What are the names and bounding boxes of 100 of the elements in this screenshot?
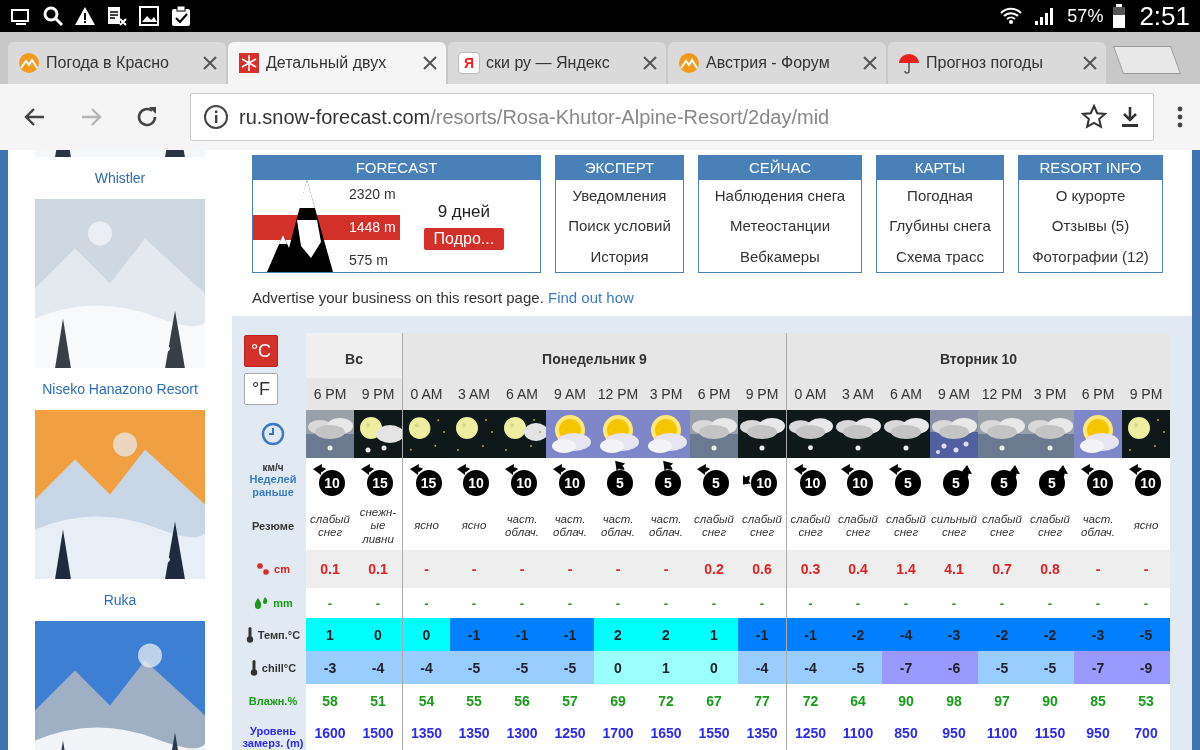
- elevation-option[interactable]: 2320 m: [347, 182, 400, 207]
- browser-tab[interactable]: Детальный двух: [228, 42, 446, 84]
- info-icon[interactable]: [203, 104, 229, 130]
- time-cell: 3 AM: [834, 378, 882, 410]
- wind-unit-label: км/ч: [262, 462, 284, 474]
- close-icon[interactable]: [1082, 55, 1098, 71]
- rain-cell: -: [930, 588, 978, 618]
- menu-link[interactable]: О курорте: [1025, 186, 1156, 204]
- snow-cell: 0.3: [786, 550, 834, 588]
- rain-cell: -: [834, 588, 882, 618]
- menu-link[interactable]: Наблюдения снега: [705, 186, 855, 204]
- rain-cell: -: [546, 588, 594, 618]
- find-out-link[interactable]: Find out how: [548, 289, 634, 306]
- summary-cell: слабый снег: [738, 502, 786, 550]
- temperature-cell: -5: [1122, 618, 1170, 651]
- clock-icon[interactable]: [261, 422, 285, 446]
- wind-speed: 5: [615, 474, 625, 492]
- menu-link[interactable]: Погодная: [883, 186, 997, 204]
- details-button[interactable]: Подро...: [423, 228, 505, 250]
- elevation-option[interactable]: 575 m: [347, 248, 400, 273]
- wind-chill-cell: -4: [354, 651, 402, 684]
- unit-button[interactable]: °F: [244, 373, 278, 405]
- snow-cell: -: [1074, 550, 1122, 588]
- browser-tab[interactable]: Погода в Красно: [8, 42, 226, 84]
- close-icon[interactable]: [862, 55, 878, 71]
- menu-link[interactable]: Метеостанции: [705, 217, 855, 235]
- summary-cell: част. облач.: [546, 502, 594, 550]
- humidity-cell: 53: [1122, 684, 1170, 717]
- snow-cell: -: [546, 550, 594, 588]
- browser-tab[interactable]: Я ски ру — Яндекс: [448, 42, 666, 84]
- temperature-cell: 0: [354, 618, 402, 651]
- menu-link[interactable]: Поиск условий: [562, 217, 677, 235]
- menu-link[interactable]: Уведомления: [562, 186, 677, 204]
- humidity-cell: 72: [786, 684, 834, 717]
- snow-cell: 0.1: [306, 550, 354, 588]
- thermometer-icon: [245, 626, 254, 643]
- wind-speed: 10: [515, 474, 533, 492]
- rain-cell: -: [978, 588, 1026, 618]
- menu-link[interactable]: Вебкамеры: [705, 248, 855, 266]
- box-header: СЕЙЧАС: [699, 156, 861, 180]
- image-icon: [138, 5, 160, 27]
- temperature-cell: 0: [402, 618, 450, 651]
- url-path: /resorts/Rosa-Khutor-Alpine-Resort/2day/mid: [430, 105, 830, 128]
- wind-speed: 15: [371, 474, 389, 492]
- humidity-cell: 98: [930, 684, 978, 717]
- wind-speed: 5: [903, 474, 913, 492]
- humidity-cell: 58: [306, 684, 354, 717]
- wind-speed: 10: [1139, 474, 1157, 492]
- freezing-level-cell: 1100: [978, 717, 1026, 750]
- snow-cell: 0.8: [1026, 550, 1074, 588]
- snow-cell: 0.6: [738, 550, 786, 588]
- wind-chill-cell: -5: [498, 651, 546, 684]
- close-icon[interactable]: [202, 55, 218, 71]
- temperature-cell: 1: [690, 618, 738, 651]
- address-field[interactable]: ru.snow-forecast.com/resorts/Rosa-Khutor-Alpine-Resort/2day/mid: [190, 93, 1154, 141]
- temperature-cell: -1: [498, 618, 546, 651]
- close-icon[interactable]: [422, 55, 438, 71]
- temperature-cell: 1: [306, 618, 354, 651]
- unit-button[interactable]: °C: [244, 335, 278, 367]
- freezing-level-cell: 1650: [642, 717, 690, 750]
- wind-speed: 10: [803, 474, 822, 492]
- rain-cell: -: [882, 588, 930, 618]
- document-icon: [106, 5, 128, 27]
- wind-speed: 15: [419, 474, 438, 492]
- browser-tab[interactable]: Прогноз погоды: [888, 42, 1106, 84]
- row-label: cm: [274, 563, 290, 575]
- summary-cell: част. облач.: [594, 502, 642, 550]
- wind-chill-cell: 0: [594, 651, 642, 684]
- rain-cell: -: [1026, 588, 1074, 618]
- resort-link[interactable]: Niseko Hanazono Resort: [42, 368, 198, 410]
- tab-title: Погода в Красно: [46, 54, 170, 72]
- wind-speed: 10: [755, 474, 773, 492]
- menu-link[interactable]: Схема трасс: [883, 248, 997, 266]
- menu-link[interactable]: Фотографии (12): [1025, 248, 1156, 266]
- resort-link[interactable]: Ruka: [103, 579, 137, 621]
- resort-link[interactable]: Whistler: [94, 157, 146, 199]
- snow-cell: 0.2: [690, 550, 738, 588]
- freezing-level-cell: 950: [1074, 717, 1122, 750]
- rain-cell: -: [1122, 588, 1170, 618]
- star-icon[interactable]: [1081, 104, 1107, 130]
- screen-icon: [10, 6, 32, 26]
- rain-cell: -: [354, 588, 402, 618]
- temperature-cell: -1: [786, 618, 834, 651]
- time-cell: 6 PM: [1074, 378, 1122, 410]
- close-icon[interactable]: [642, 55, 658, 71]
- elevation-option[interactable]: 1448 m: [347, 215, 400, 240]
- summary-cell: част. облач.: [498, 502, 546, 550]
- time-cell: 12 PM: [978, 378, 1026, 410]
- snow-cell: 0.4: [834, 550, 882, 588]
- summary-cell: сильный снег: [930, 502, 978, 550]
- menu-link[interactable]: Глубины снега: [883, 217, 997, 235]
- row-label: Влажн.%: [247, 693, 299, 709]
- menu-link[interactable]: Отзывы (5): [1025, 217, 1156, 235]
- browser-tab[interactable]: Австрия - Форум: [668, 42, 886, 84]
- humidity-cell: 97: [978, 684, 1026, 717]
- menu-icon[interactable]: [1176, 104, 1184, 130]
- menu-link[interactable]: История: [562, 248, 677, 266]
- summary-cell: слабый снег: [978, 502, 1026, 550]
- week-earlier-link[interactable]: Неделей раньше: [240, 473, 306, 498]
- tab-title: Австрия - Форум: [706, 54, 831, 72]
